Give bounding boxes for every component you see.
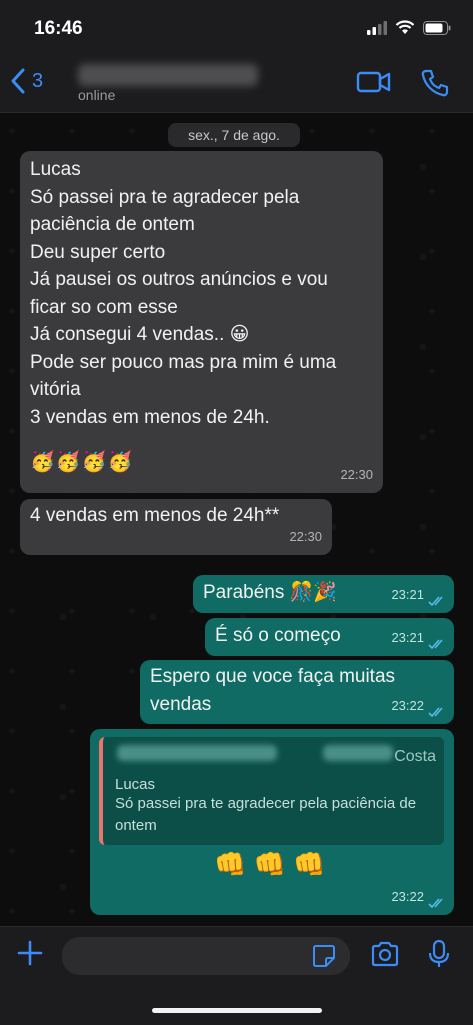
quoted-phone-redacted: [323, 745, 393, 761]
message-line: vendas: [150, 693, 212, 715]
sticker-icon: [313, 945, 335, 967]
chat-header: 3 online: [0, 58, 473, 113]
quoted-message[interactable]: Costa Lucas Só passei pra te agradecer p…: [99, 737, 444, 845]
emoji-row: 🥳🥳🥳🥳: [30, 451, 134, 473]
message-line: Lucas: [30, 159, 81, 180]
camera-button[interactable]: [370, 940, 400, 973]
message-time: 23:22: [391, 697, 424, 713]
quoted-text: Só passei pra te agradecer pela paciênci…: [115, 795, 417, 834]
outgoing-reply-message[interactable]: Costa Lucas Só passei pra te agradecer p…: [90, 729, 454, 915]
message-line: Espero que voce faça muitas: [150, 666, 396, 687]
video-call-button[interactable]: [356, 68, 392, 101]
camera-icon: [371, 941, 399, 967]
video-camera-icon: [356, 71, 391, 93]
plus-icon: [17, 940, 43, 966]
message-text: É só o começo: [215, 625, 341, 646]
chat-area[interactable]: sex., 7 de ago. Lucas Só passei pra te a…: [0, 113, 473, 926]
message-line: Já pausei os outros anúncios e vou: [30, 269, 328, 290]
message-input[interactable]: [62, 937, 350, 975]
read-ticks-icon: [428, 707, 443, 718]
status-time: 16:46: [34, 18, 83, 39]
signal-icon: [367, 20, 387, 35]
message-time: 22:30: [289, 528, 322, 544]
contact-status: online: [78, 87, 116, 103]
message-line: 3 vendas em menos de 24h.: [30, 406, 270, 428]
status-icons: [367, 20, 451, 35]
home-indicator: [152, 1008, 322, 1013]
message-text: Lucas Só passei pra te agradecer pela pa…: [30, 156, 336, 477]
wifi-icon: [395, 20, 415, 34]
quoted-name-suffix: Costa: [394, 748, 436, 765]
message-line: paciência de ontem: [30, 214, 195, 235]
outgoing-message[interactable]: É só o começo 23:21: [205, 618, 454, 656]
battery-icon: [423, 20, 451, 35]
date-chip: sex., 7 de ago.: [168, 123, 300, 147]
message-line: Deu super certo: [30, 241, 166, 263]
incoming-message[interactable]: Lucas Só passei pra te agradecer pela pa…: [20, 151, 383, 493]
attach-button[interactable]: [16, 939, 44, 972]
status-bar: 16:46: [0, 0, 473, 58]
message-time: 22:30: [340, 466, 373, 482]
message-line: vitória: [30, 379, 81, 400]
message-text: 4 vendas em menos de 24h**: [30, 505, 280, 526]
message-text: Parabéns 🎊🎉: [203, 582, 337, 603]
outgoing-message[interactable]: Espero que voce faça muitas vendas 23:22: [140, 660, 454, 724]
message-text: Espero que voce faça muitas vendas: [150, 663, 395, 718]
read-ticks-icon: [428, 898, 443, 909]
emoji-row: 👊 👊 👊: [214, 849, 326, 879]
microphone-icon: [428, 939, 450, 967]
outgoing-message[interactable]: Parabéns 🎊🎉 23:21: [193, 575, 454, 613]
unread-count: 3: [32, 69, 44, 92]
sticker-button[interactable]: [312, 944, 336, 973]
message-time: 23:21: [391, 629, 424, 645]
back-button[interactable]: 3: [10, 68, 43, 94]
voice-note-button[interactable]: [428, 939, 450, 974]
phone-icon: [421, 69, 449, 97]
message-line: Pode ser pouco mas pra mim é uma: [30, 351, 337, 373]
voice-call-button[interactable]: [420, 68, 450, 103]
chevron-left-icon: [11, 68, 25, 94]
message-time: 23:22: [391, 888, 424, 904]
read-ticks-icon: [428, 596, 443, 607]
incoming-message[interactable]: 4 vendas em menos de 24h** 22:30: [20, 499, 332, 555]
message-time: 23:21: [391, 586, 424, 602]
message-line: Já consegui 4 vendas.. 😀: [30, 324, 250, 345]
read-ticks-icon: [428, 639, 443, 650]
message-line: ficar so com esse: [30, 296, 178, 318]
quoted-phone-redacted: [117, 745, 277, 761]
message-line: Só passei pra te agradecer pela: [30, 186, 300, 208]
contact-name-redacted[interactable]: [78, 64, 258, 86]
